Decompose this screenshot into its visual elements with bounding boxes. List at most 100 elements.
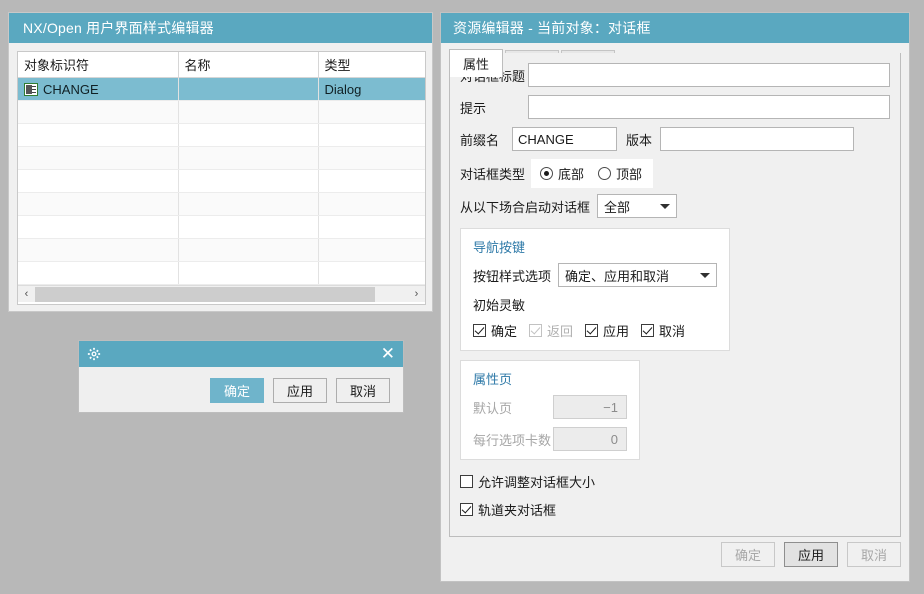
table-row[interactable]	[18, 123, 425, 147]
checkbox-ok[interactable]: 确定	[473, 321, 517, 340]
cell-type	[318, 192, 425, 216]
prefix-input[interactable]	[512, 127, 617, 151]
panel-cancel-button[interactable]: 取消	[847, 541, 901, 567]
radio-top-label: 顶部	[616, 167, 643, 182]
launch-from-select[interactable]: 全部	[597, 194, 678, 218]
dialog-title-input[interactable]	[527, 63, 890, 87]
tabs-per-row-row: 每行选项卡数 0	[473, 427, 627, 451]
radio-bottom[interactable]: 底部	[540, 164, 584, 183]
table-row[interactable]	[18, 192, 425, 216]
tip-input[interactable]	[527, 95, 890, 119]
default-page-label: 默认页	[473, 400, 513, 416]
cell-type	[318, 169, 425, 193]
chevron-down-icon	[660, 203, 671, 209]
cell-identifier	[18, 261, 179, 285]
launch-from-row: 从以下场合启动对话框 全部	[460, 194, 890, 218]
dialog-type-row: 对话框类型 底部 顶部	[460, 159, 890, 188]
cell-type	[318, 215, 425, 239]
close-icon[interactable]: ✕	[381, 345, 395, 363]
cell-name	[178, 146, 319, 170]
nav-buttons-group: 导航按键 按钮样式选项 确定、应用和取消 初始灵敏 确定 返回 应用 取消	[460, 228, 730, 351]
cell-name	[178, 169, 319, 193]
button-style-label: 按钮样式选项	[473, 268, 552, 284]
cell-type: Dialog	[318, 77, 425, 101]
prefix-label: 前缀名	[460, 132, 500, 148]
radio-top[interactable]: 顶部	[598, 164, 642, 183]
checkbox-cancel[interactable]: 取消	[641, 321, 685, 340]
tip-label: 提示	[460, 100, 487, 116]
resizable-option-row: 允许调整对话框大小	[460, 472, 890, 491]
prefix-version-row: 前缀名 版本	[460, 127, 890, 151]
tabs-per-row-label: 每行选项卡数	[473, 432, 552, 448]
nav-buttons-group-title: 导航按键	[473, 240, 526, 255]
cell-name	[178, 77, 319, 101]
checkbox-apply[interactable]: 应用	[585, 321, 629, 340]
cell-identifier	[18, 169, 179, 193]
cell-identifier	[18, 146, 179, 170]
cell-type	[318, 123, 425, 147]
preview-cancel-button[interactable]: 取消	[336, 377, 390, 403]
preview-apply-button[interactable]: 应用	[273, 377, 327, 403]
column-header-identifier[interactable]: 对象标识符	[18, 52, 179, 78]
button-style-select[interactable]: 确定、应用和取消	[558, 263, 717, 287]
panel-apply-button[interactable]: 应用	[784, 541, 838, 567]
table-row[interactable]	[18, 261, 425, 285]
table-header-row: 对象标识符 名称 类型	[18, 52, 425, 78]
version-input[interactable]	[660, 127, 855, 151]
left-window-title: NX/Open 用户界面样式编辑器	[23, 20, 214, 36]
row-identifier-text: CHANGE	[43, 81, 99, 97]
scroll-right-icon[interactable]: ›	[408, 286, 425, 303]
radio-bottom-dot	[540, 167, 554, 180]
cell-name	[178, 261, 319, 285]
object-list-area[interactable]: 对象标识符 名称 类型 CHANGE Dialog	[17, 51, 426, 305]
default-page-row: 默认页 −1	[473, 395, 627, 419]
property-page-group: 属性页 默认页 −1 每行选项卡数 0	[460, 360, 640, 460]
cell-identifier	[18, 100, 179, 124]
scrollbar-thumb[interactable]	[35, 286, 375, 302]
cell-identifier	[18, 215, 179, 239]
cell-type	[318, 100, 425, 124]
resource-editor-title: 资源编辑器 - 当前对象：对话框	[453, 20, 651, 36]
checkbox-allow-resize[interactable]: 允许调整对话框大小	[460, 472, 595, 491]
checkbox-track-dialog[interactable]: 轨道夹对话框	[460, 500, 556, 519]
checkbox-back-label: 返回	[547, 324, 574, 339]
preview-dialog-window: ✕ 确定 应用 取消	[78, 340, 404, 413]
object-list-table: 对象标识符 名称 类型 CHANGE Dialog	[18, 52, 425, 285]
track-dialog-option-row: 轨道夹对话框	[460, 500, 890, 519]
horizontal-scrollbar[interactable]: ‹ ›	[18, 285, 425, 302]
table-row[interactable]	[18, 238, 425, 262]
scrollbar-track[interactable]	[35, 286, 408, 303]
checkbox-ok-box	[473, 324, 486, 337]
column-header-type[interactable]: 类型	[318, 52, 425, 78]
resource-editor-panel: 资源编辑器 - 当前对象：对话框 属性 选择 回调 对话框标题 提示 前缀名 版…	[440, 12, 910, 582]
column-header-name[interactable]: 名称	[178, 52, 319, 78]
table-row[interactable]	[18, 146, 425, 170]
table-row[interactable]	[18, 215, 425, 239]
tabs-per-row-input: 0	[552, 427, 627, 451]
table-row[interactable]	[18, 169, 425, 193]
launch-from-value: 全部	[604, 199, 631, 215]
sensitivity-checkbox-row: 确定 返回 应用 取消	[473, 321, 717, 340]
table-row[interactable]	[18, 100, 425, 124]
default-page-input: −1	[552, 395, 627, 419]
checkbox-apply-label: 应用	[603, 324, 630, 339]
cell-name	[178, 192, 319, 216]
cell-identifier	[18, 192, 179, 216]
checkbox-ok-label: 确定	[491, 324, 518, 339]
scroll-left-icon[interactable]: ‹	[18, 286, 35, 303]
cell-name	[178, 123, 319, 147]
object-list-window: NX/Open 用户界面样式编辑器 对象标识符 名称 类型 CHANGE Dia…	[8, 12, 433, 312]
panel-ok-button[interactable]: 确定	[721, 541, 775, 567]
button-style-row: 按钮样式选项 确定、应用和取消	[473, 263, 717, 287]
checkbox-back-box	[529, 324, 543, 337]
table-row[interactable]: CHANGE Dialog	[18, 77, 425, 101]
preview-dialog-titlebar: ✕	[79, 341, 403, 367]
dialog-type-label: 对话框类型	[460, 167, 526, 182]
preview-ok-button[interactable]: 确定	[210, 377, 264, 403]
cell-identifier: CHANGE	[18, 77, 179, 101]
button-style-value: 确定、应用和取消	[565, 268, 670, 284]
tab-properties[interactable]: 属性	[449, 49, 504, 77]
checkbox-allow-resize-label: 允许调整对话框大小	[478, 475, 596, 490]
resource-editor-titlebar: 资源编辑器 - 当前对象：对话框	[441, 13, 909, 43]
dialog-title-row: 对话框标题	[460, 63, 890, 87]
